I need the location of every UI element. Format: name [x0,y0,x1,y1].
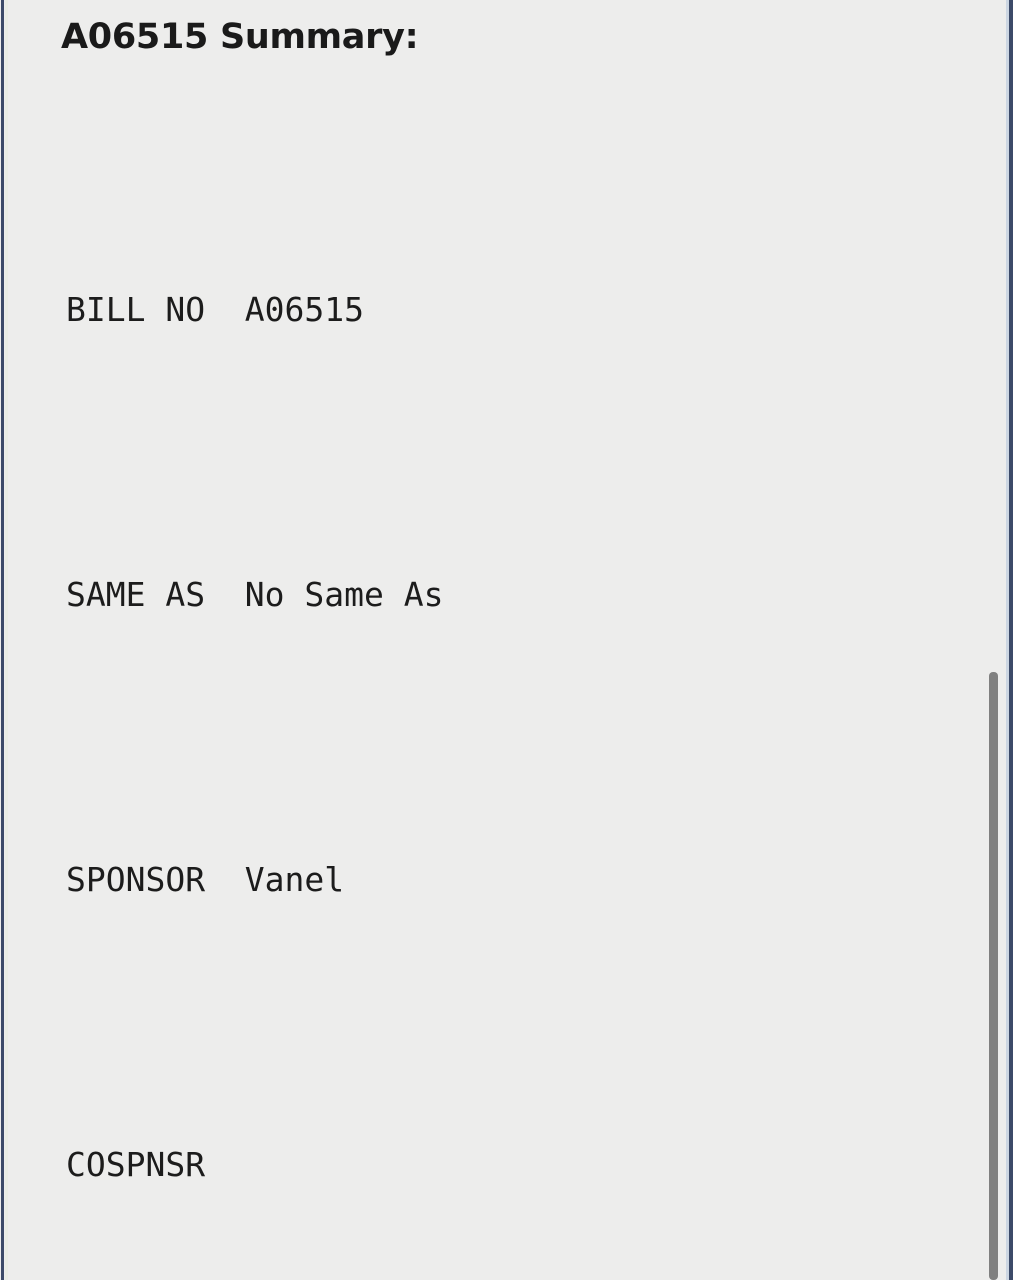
right-edge-accent-bar [1009,0,1013,1280]
field-cosponsor: COSPNSR [66,1145,206,1184]
vertical-scrollbar-track[interactable] [989,0,1006,1280]
summary-viewport: A06515 Summary: BILL NO A06515 SAME AS N… [0,0,1013,1280]
field-sponsor: SPONSOR Vanel [66,860,345,899]
left-edge-accent-bar [1,0,4,1280]
vertical-scrollbar-thumb[interactable] [989,672,998,1280]
field-bill-no: BILL NO A06515 [66,290,365,329]
page-title: A06515 Summary: [61,17,419,57]
bill-summary-body: BILL NO A06515 SAME AS No Same As SPONSO… [66,110,966,1280]
field-same-as: SAME AS No Same As [66,575,444,614]
left-edge-light-bar [5,0,8,1280]
